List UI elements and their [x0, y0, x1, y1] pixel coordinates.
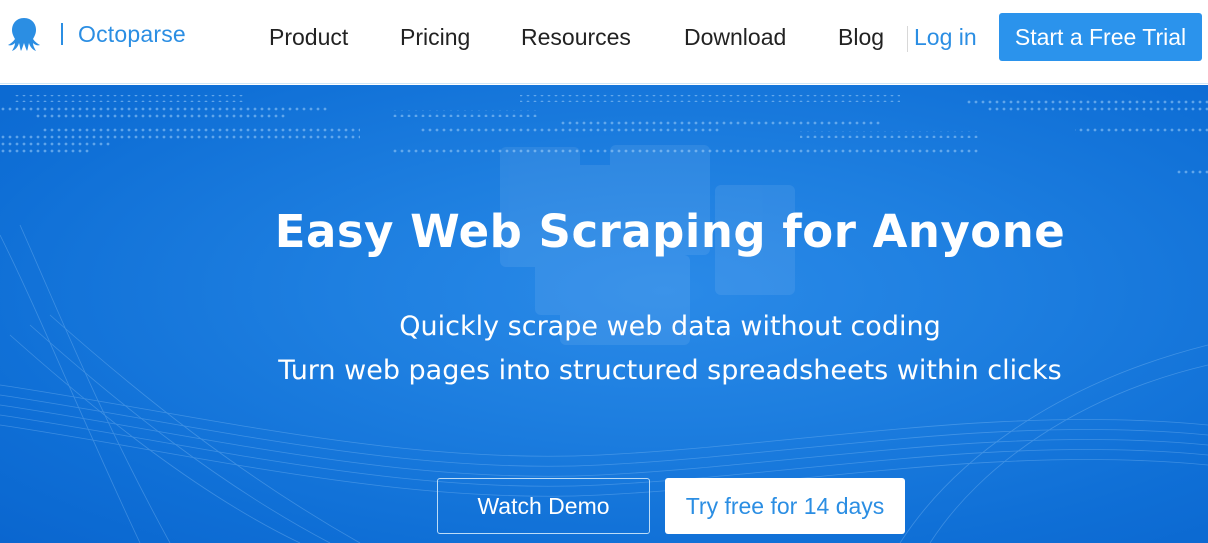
- nav-item-download[interactable]: Download: [684, 22, 786, 52]
- start-free-trial-button[interactable]: Start a Free Trial: [999, 13, 1202, 61]
- login-link[interactable]: Log in: [914, 22, 977, 52]
- nav-item-product[interactable]: Product: [269, 22, 348, 52]
- octopus-logo-icon: [8, 18, 40, 51]
- site-header: Octoparse Product Pricing Resources Down…: [0, 0, 1208, 84]
- hero-subtitle-line-2: Turn web pages into structured spreadshe…: [278, 355, 1062, 386]
- hero-title: Easy Web Scraping for Anyone: [274, 205, 1066, 258]
- dot-map-decoration: [0, 95, 1208, 174]
- nav-item-blog[interactable]: Blog: [838, 22, 884, 52]
- nav-divider: [907, 26, 908, 52]
- logo-divider: [61, 23, 63, 45]
- nav-item-resources[interactable]: Resources: [521, 22, 631, 52]
- brand-logo[interactable]: Octoparse: [6, 16, 186, 52]
- brand-name: Octoparse: [78, 20, 186, 47]
- nav-item-pricing[interactable]: Pricing: [400, 22, 470, 52]
- try-free-button[interactable]: Try free for 14 days: [665, 478, 905, 534]
- hero-subtitle-line-1: Quickly scrape web data without coding: [399, 311, 941, 342]
- hero-section: Easy Web Scraping for Anyone Quickly scr…: [0, 85, 1208, 543]
- watch-demo-button[interactable]: Watch Demo: [437, 478, 650, 534]
